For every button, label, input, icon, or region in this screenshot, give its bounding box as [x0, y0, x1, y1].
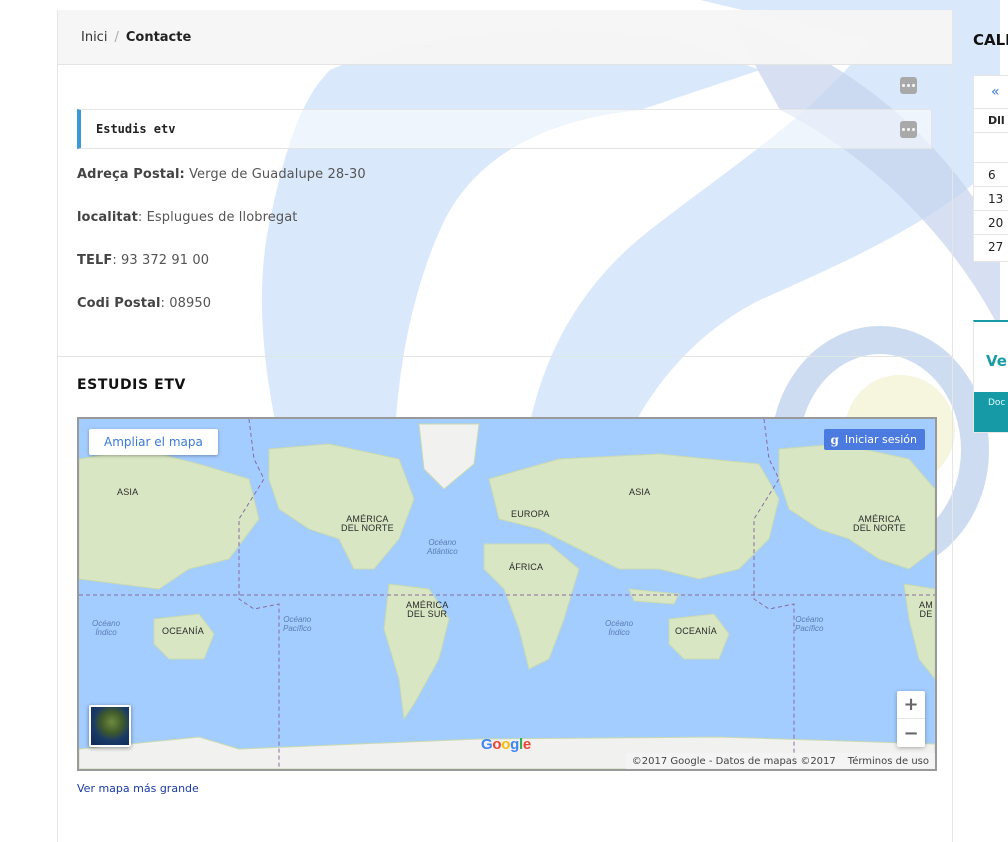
map-attribution: ©2017 Google - Datos de mapas ©2017 Térm…: [625, 753, 935, 769]
more-options-icon[interactable]: [900, 77, 917, 94]
google-letter: G: [481, 736, 493, 753]
section-title: ESTUDIS ETV: [77, 377, 186, 393]
calendar-day[interactable]: 27: [974, 234, 1008, 258]
section-divider: [58, 356, 952, 357]
city-label: localitat: [77, 210, 138, 225]
promo-title: Ver: [986, 352, 1008, 370]
map-label-asia-left: ASIA: [117, 487, 139, 497]
address-value: Verge de Guadalupe 28-30: [189, 167, 366, 182]
enlarge-map-button[interactable]: Ampliar el mapa: [89, 429, 218, 455]
map-label-atlantic: Océano Atlántico: [427, 538, 458, 556]
breadcrumb-current: Contacte: [125, 29, 192, 45]
phone-label: TELF: [77, 253, 113, 268]
city-value: : Esplugues de llobregat: [137, 210, 298, 225]
map-label-africa: ÁFRICA: [509, 562, 544, 572]
postal-line: Codi Postal: 08950: [77, 296, 211, 311]
zoom-in-button[interactable]: +: [897, 691, 925, 719]
map-label-indian-right: Océano Índico: [605, 619, 634, 637]
promo-subtitle: Doc: [988, 398, 1006, 408]
postal-label: Codi Postal: [77, 296, 161, 311]
contact-more-options-icon[interactable]: [900, 121, 917, 138]
calendar-day[interactable]: 20: [974, 210, 1008, 234]
satellite-toggle-button[interactable]: [89, 705, 131, 747]
map-label-europa: EUROPA: [511, 509, 550, 519]
page: Inici / Contacte Estudis etv Adreça Post…: [0, 0, 1008, 842]
calendar-title: CALE: [973, 31, 1008, 49]
map-label-pacific-left: Océano Pacífico: [283, 615, 312, 633]
phone-value: : 93 372 91 00: [112, 253, 210, 268]
google-letter: e: [522, 736, 531, 753]
address-line: Adreça Postal: Verge de Guadalupe 28-30: [77, 167, 366, 182]
zoom-out-button[interactable]: −: [897, 719, 925, 747]
promo-band: Doc: [974, 392, 1008, 432]
terms-of-use-link[interactable]: Términos de uso: [848, 756, 929, 767]
view-larger-map-link[interactable]: Ver mapa más grande: [77, 782, 199, 795]
google-letter: g: [510, 736, 519, 753]
city-line: localitat: Esplugues de llobregat: [77, 210, 297, 225]
map-label-pacific-right: Océano Pacífico: [795, 615, 824, 633]
contact-name: Estudis etv: [96, 122, 176, 136]
map-label-south-america: AMÉRICA DEL SUR: [406, 600, 449, 619]
google-letter: o: [492, 736, 502, 753]
calendar-weekday-header: Dll: [974, 108, 1008, 132]
calendar-empty-row: [974, 132, 1008, 156]
google-g-icon: g: [830, 432, 839, 447]
postal-value: : 08950: [160, 296, 212, 311]
map-label-north-america-left: AMÉRICA DEL NORTE: [341, 514, 394, 533]
calendar-widget: « Dll 6 13 20 27: [973, 75, 1008, 262]
world-map-graphic: [79, 419, 935, 769]
zoom-control: + −: [897, 691, 925, 747]
breadcrumb: Inici / Contacte: [58, 10, 952, 65]
map-label-edge-right: AM DE: [919, 600, 933, 619]
map-label-asia-center: ASIA: [629, 487, 651, 497]
map-label-indian-left: Océano Índico: [92, 619, 121, 637]
google-letter: o: [501, 736, 511, 753]
address-label: Adreça Postal:: [77, 167, 185, 182]
phone-line: TELF: 93 372 91 00: [77, 253, 209, 268]
calendar-prev-button[interactable]: «: [991, 84, 1000, 100]
google-map[interactable]: ASIA AMÉRICA DEL NORTE EUROPA ASIA AMÉRIC…: [77, 417, 937, 771]
map-label-oceania-left: OCEANÍA: [162, 626, 204, 636]
calendar-day[interactable]: 6: [974, 162, 1008, 186]
main-content: Inici / Contacte Estudis etv Adreça Post…: [57, 10, 953, 842]
map-data-credit: ©2017 Google - Datos de mapas ©2017: [631, 755, 836, 767]
breadcrumb-home-link[interactable]: Inici: [81, 30, 107, 45]
signin-label: Iniciar sesión: [844, 433, 917, 446]
signin-button[interactable]: g Iniciar sesión: [824, 429, 925, 450]
contact-heading-box: Estudis etv: [77, 109, 932, 149]
breadcrumb-separator: /: [114, 29, 119, 45]
map-label-north-america-right: AMÉRICA DEL NORTE: [853, 514, 906, 533]
promo-box[interactable]: Ver Doc: [973, 320, 1008, 433]
google-logo: Google: [481, 736, 531, 753]
calendar-day[interactable]: 13: [974, 186, 1008, 210]
map-label-oceania-right: OCEANÍA: [675, 626, 717, 636]
